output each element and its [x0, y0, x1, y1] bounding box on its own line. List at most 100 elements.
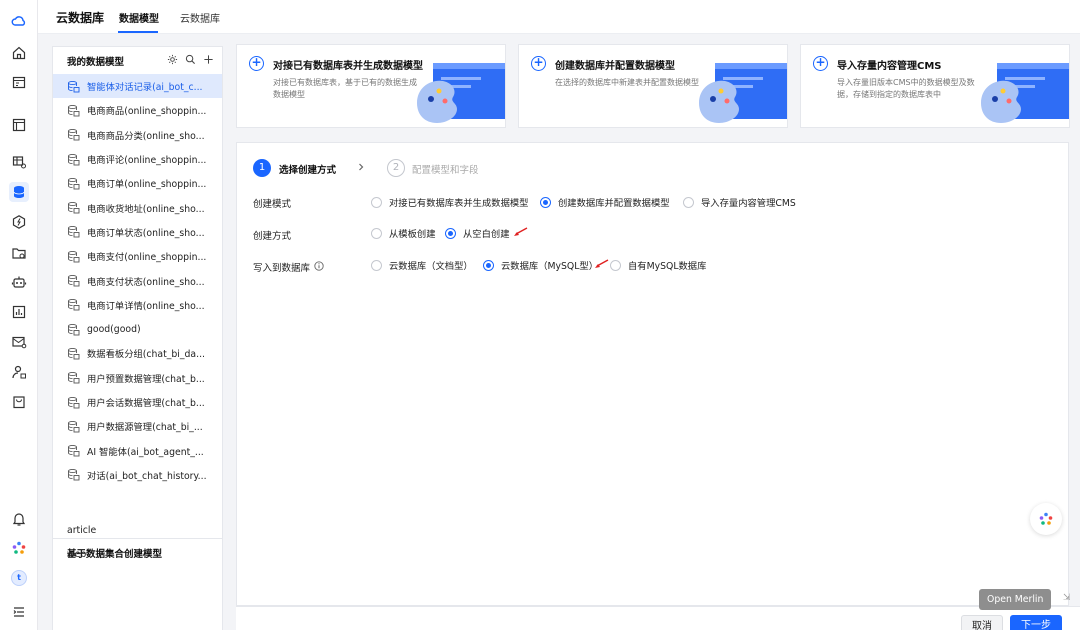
- mail-settings-icon[interactable]: [9, 332, 29, 352]
- radio-from-template[interactable]: 从模板创建: [371, 226, 436, 240]
- radio-from-blank[interactable]: 从空白创建: [445, 226, 510, 240]
- radio-mode-connect[interactable]: 对接已有数据库表并生成数据模型: [371, 195, 528, 209]
- card-title: 对接已有数据库表并生成数据模型: [273, 61, 423, 72]
- card-connect-existing[interactable]: + 对接已有数据库表并生成数据模型 对接已有数据库表，基于已有的数据生成数据模型: [236, 44, 506, 128]
- open-merlin-tooltip[interactable]: Open Merlin: [979, 589, 1052, 610]
- list-item[interactable]: 用户数据源管理(chat_bi_...: [53, 414, 222, 438]
- radio-db-own-mysql[interactable]: 自有MySQL数据库: [610, 258, 706, 272]
- list-item[interactable]: 智能体对话记录(ai_bot_c...: [53, 74, 222, 99]
- step-1-number: 1: [253, 159, 271, 177]
- next-button[interactable]: 下一步: [1010, 615, 1062, 630]
- bell-icon[interactable]: [9, 509, 29, 529]
- list-item[interactable]: 电商订单详情(online_sho...: [53, 293, 222, 317]
- list-item[interactable]: 电商订单状态(online_sho...: [53, 220, 222, 244]
- card-title: 创建数据库并配置数据模型: [555, 61, 675, 72]
- create-model-form: 1 选择创建方式 2 配置模型和字段 创建模式 对接已有数据库表并生成数据模型 …: [236, 142, 1069, 606]
- list-item[interactable]: 数据看板分组(chat_bi_da...: [53, 341, 222, 365]
- cancel-button[interactable]: 取消: [961, 615, 1003, 630]
- annotation-arrow-icon: [595, 259, 609, 268]
- database-table-icon: [68, 250, 80, 263]
- radio-mode-create[interactable]: 创建数据库并配置数据模型: [540, 195, 670, 209]
- database-table-icon: [68, 469, 80, 481]
- list-item[interactable]: 电商收货地址(online_sho...: [53, 195, 222, 219]
- card-title: 导入存量内容管理CMS: [837, 61, 942, 72]
- radio-dot: [445, 227, 456, 239]
- add-icon[interactable]: [202, 53, 214, 65]
- list-item[interactable]: 用户预置数据管理(chat_b...: [53, 366, 222, 390]
- step-2-label: 配置模型和字段: [412, 165, 479, 176]
- storage-folder-icon[interactable]: [9, 243, 29, 263]
- model-sidebar: 我的数据模型 智能体对话记录(ai_bot_c... 电商商品(online_s…: [52, 46, 223, 630]
- card-description: 导入存量旧版本CMS中的数据模型及数据，存储到指定的数据库表中: [837, 78, 975, 99]
- user-lock-icon[interactable]: [9, 362, 29, 382]
- shopping-bag-icon[interactable]: [9, 392, 29, 412]
- database-table-icon: [68, 226, 80, 238]
- step-1-label: 选择创建方式: [279, 165, 337, 176]
- radio-mode-import-cms[interactable]: 导入存量内容管理CMS: [683, 195, 796, 209]
- list-item[interactable]: AI 智能体(ai_bot_agent_...: [53, 438, 222, 462]
- radio-db-mysql[interactable]: 云数据库（MySQL型）: [483, 258, 598, 272]
- annotation-arrow-icon: [514, 227, 528, 236]
- settings-icon[interactable]: [166, 53, 178, 65]
- create-method-label: 创建方式: [253, 231, 292, 242]
- database-table-icon: [68, 420, 80, 433]
- function-icon[interactable]: [9, 212, 29, 232]
- illustration-icon: [699, 63, 787, 123]
- card-description: 在选择的数据库中新建表并配置数据模型: [555, 78, 699, 87]
- collapse-arrows-icon[interactable]: ⇲: [1063, 593, 1071, 603]
- my-models-heading: 我的数据模型: [67, 57, 125, 68]
- database-table-icon: [68, 129, 80, 141]
- tab-data-model[interactable]: 数据模型: [119, 10, 159, 25]
- radio-dot: [610, 259, 621, 271]
- plus-circle-icon: +: [249, 56, 264, 71]
- ai-sparkle-icon[interactable]: [9, 538, 29, 558]
- database-table-icon: [68, 347, 80, 360]
- list-item[interactable]: 电商订单(online_shoppin...: [53, 171, 222, 195]
- bottom-action-bar: [236, 606, 1080, 630]
- radio-dot: [483, 259, 494, 271]
- robot-icon[interactable]: [9, 272, 29, 292]
- list-item[interactable]: 电商商品(online_shoppin...: [53, 98, 222, 122]
- radio-db-document[interactable]: 云数据库（文档型）: [371, 258, 473, 272]
- active-tab-indicator: [118, 31, 158, 33]
- list-item[interactable]: article: [67, 525, 96, 536]
- radio-dot: [371, 196, 382, 208]
- list-item[interactable]: 电商评论(online_shoppin...: [53, 147, 222, 171]
- target-database-label: 写入到数据库: [253, 263, 311, 274]
- collapse-menu-icon[interactable]: [9, 602, 29, 622]
- ai-sparkle-icon: [1039, 512, 1053, 525]
- radio-dot: [371, 227, 382, 239]
- analytics-icon[interactable]: [9, 302, 29, 322]
- list-item[interactable]: 电商商品分类(online_sho...: [53, 123, 222, 147]
- list-item[interactable]: 电商支付状态(online_sho...: [53, 268, 222, 292]
- dashboard-icon[interactable]: [9, 73, 29, 93]
- list-item[interactable]: 对话(ai_bot_chat_history...: [53, 463, 222, 487]
- create-mode-label: 创建模式: [253, 199, 292, 210]
- database-table-icon: [68, 299, 80, 311]
- home-icon[interactable]: [9, 43, 29, 63]
- page-title: 云数据库: [56, 11, 105, 25]
- database-table-icon: [68, 104, 80, 117]
- list-item[interactable]: web: [67, 549, 86, 560]
- left-rail: t: [0, 0, 38, 630]
- avatar[interactable]: t: [9, 568, 29, 588]
- list-item[interactable]: 电商支付(online_shoppin...: [53, 244, 222, 268]
- list-item[interactable]: 用户会话数据管理(chat_b...: [53, 390, 222, 414]
- radio-dot: [371, 259, 382, 271]
- search-icon[interactable]: [184, 53, 196, 65]
- list-item[interactable]: good(good): [53, 317, 222, 341]
- card-description: 对接已有数据库表，基于已有的数据生成数据模型: [273, 78, 417, 99]
- info-icon[interactable]: [314, 261, 324, 271]
- card-create-database[interactable]: + 创建数据库并配置数据模型 在选择的数据库中新建表并配置数据模型: [518, 44, 788, 128]
- ai-assistant-button[interactable]: [1030, 503, 1062, 535]
- database-icon[interactable]: [9, 182, 29, 202]
- tab-cloud-database[interactable]: 云数据库: [180, 10, 220, 25]
- cloud-logo-icon[interactable]: [9, 12, 29, 32]
- database-table-icon: [68, 177, 80, 190]
- card-import-cms[interactable]: + 导入存量内容管理CMS 导入存量旧版本CMS中的数据模型及数据，存储到指定的…: [800, 44, 1070, 128]
- plus-circle-icon: +: [813, 56, 828, 71]
- database-table-icon: [68, 202, 80, 214]
- database-table-icon: [68, 372, 80, 384]
- layout-icon[interactable]: [9, 115, 29, 135]
- table-settings-icon[interactable]: [9, 152, 29, 172]
